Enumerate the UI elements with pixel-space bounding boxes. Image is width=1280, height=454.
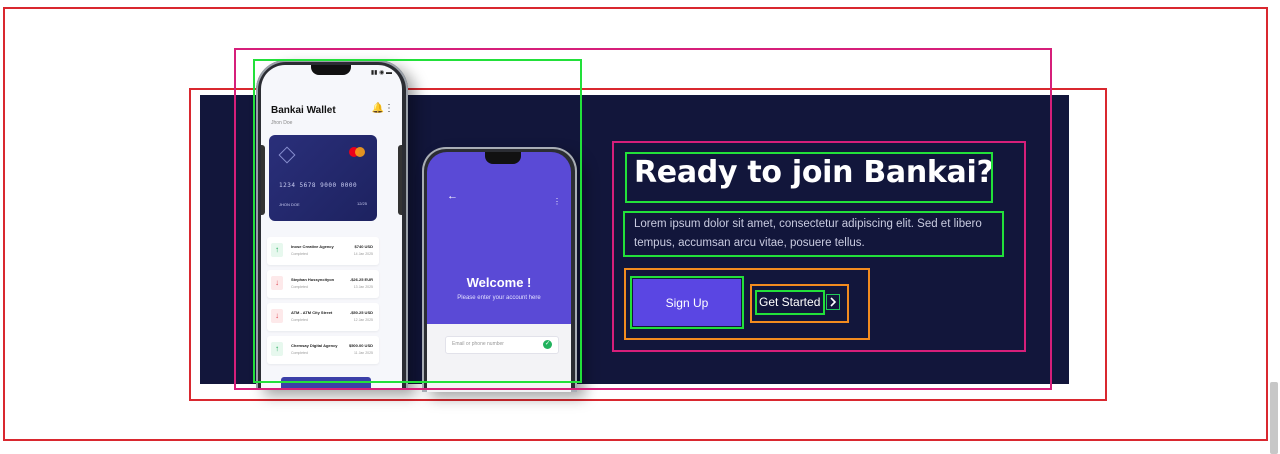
get-started-label: Get Started: [759, 295, 821, 309]
get-started-button[interactable]: Get Started: [757, 291, 842, 313]
signup-button[interactable]: Sign Up: [633, 279, 741, 326]
scrollbar[interactable]: [1268, 0, 1280, 454]
welcome-phone-mockup: ← ⋮ Welcome ! Please enter your account …: [422, 147, 577, 392]
wallet-phone-mockup: ▮▮ ◉ ▬ Bankai Wallet Jhon Doe 🔔 ⋮ 1234 5…: [256, 60, 408, 390]
arrow-up-icon: ↑: [271, 342, 283, 356]
welcome-title: Welcome !: [466, 275, 532, 290]
credit-card: 1234 5678 9000 0000 JHON DOE 12/25: [269, 135, 377, 221]
check-icon: ✓: [543, 340, 552, 349]
chevron-right-icon: [826, 294, 841, 310]
wallet-action-bar: [281, 377, 371, 390]
card-logo-icon: [278, 146, 296, 164]
transaction-item: ↑ Inose Creative Agency Completed $740 U…: [267, 237, 379, 265]
transaction-item: ↓ Stephan Hussyncityon Completed -$26.25…: [267, 270, 379, 298]
arrow-up-icon: ↑: [271, 243, 283, 257]
card-number: 1234 5678 9000 0000: [279, 182, 358, 189]
scrollbar-thumb[interactable]: [1270, 382, 1278, 454]
bell-icon: 🔔: [371, 103, 384, 114]
more-vertical-icon: ⋮: [553, 197, 561, 206]
mastercard-icon: [349, 147, 365, 157]
wallet-subtitle: Jhon Doe: [271, 120, 293, 126]
card-holder: JHON DOE: [279, 202, 300, 207]
status-bar-icons: ▮▮ ◉ ▬: [370, 70, 392, 76]
arrow-down-icon: ↓: [271, 309, 283, 323]
phone-field: Email or phone number ✓: [445, 336, 559, 354]
welcome-subtitle: Please enter your account here: [457, 295, 541, 301]
arrow-down-icon: ↓: [271, 276, 283, 290]
login-panel: Email or phone number ✓: [427, 324, 571, 392]
more-vertical-icon: ⋮: [384, 103, 394, 114]
cta-heading: Ready to join Bankai?: [634, 155, 994, 190]
wallet-title: Bankai Wallet: [271, 105, 336, 116]
cta-description: Lorem ipsum dolor sit amet, consectetur …: [634, 218, 982, 249]
transaction-item: ↑ Chemsay Digital Agency Completed $500.…: [267, 336, 379, 364]
back-arrow-icon: ←: [447, 190, 458, 202]
card-expiry: 12/25: [356, 201, 367, 206]
transaction-item: ↓ ATM - ATM City Street Completed -$50.2…: [267, 303, 379, 331]
